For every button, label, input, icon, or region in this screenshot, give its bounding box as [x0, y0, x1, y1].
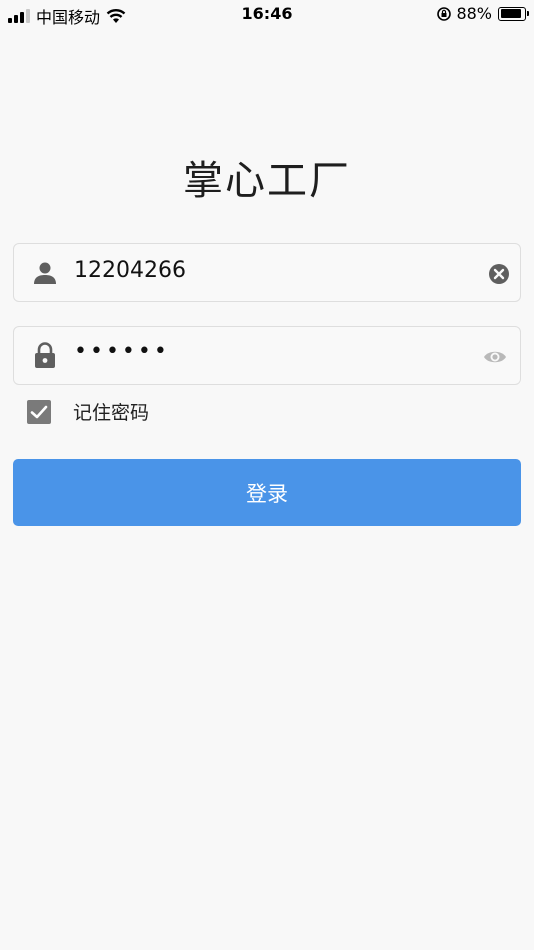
clear-icon[interactable]: [488, 263, 510, 285]
status-bar: 中国移动 16:46 88%: [0, 0, 534, 28]
remember-password-label[interactable]: 记住密码: [73, 398, 149, 425]
password-value[interactable]: ••••••: [74, 339, 170, 364]
login-button[interactable]: 登录: [13, 459, 521, 526]
user-icon: [34, 262, 56, 284]
login-button-label: 登录: [246, 481, 288, 506]
remember-password-checkbox[interactable]: [27, 399, 51, 424]
remember-password-option[interactable]: 记住密码: [27, 398, 149, 425]
username-field[interactable]: 12204266: [13, 243, 521, 302]
password-field[interactable]: ••••••: [13, 326, 521, 385]
battery-percent: 88%: [456, 4, 492, 23]
lock-icon: [35, 342, 55, 368]
checkmark-icon: [30, 405, 48, 418]
app-title: 掌心工厂: [183, 158, 351, 204]
rotation-lock-icon: [437, 6, 452, 21]
eye-icon[interactable]: [482, 346, 508, 368]
battery-icon: [498, 6, 529, 21]
status-right: 88%: [436, 4, 529, 23]
username-value[interactable]: 12204266: [74, 258, 186, 283]
